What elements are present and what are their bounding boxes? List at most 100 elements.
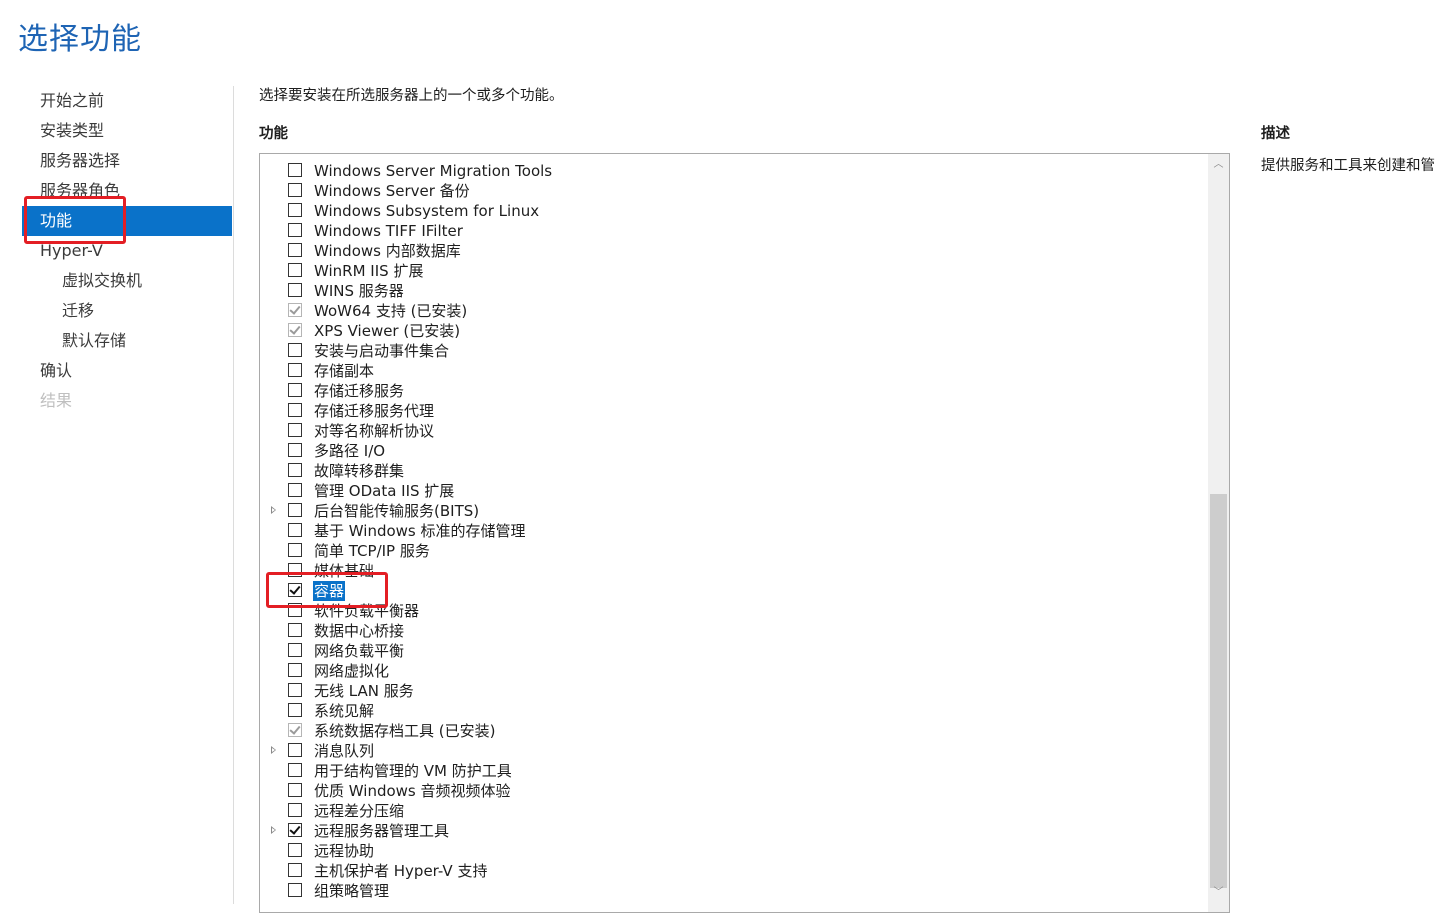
feature-label[interactable]: 多路径 I/O [313,441,386,461]
feature-checkbox[interactable] [288,223,302,237]
feature-row[interactable]: 软件负载平衡器 [260,601,1208,621]
feature-row[interactable]: 主机保护者 Hyper-V 支持 [260,861,1208,881]
feature-row[interactable]: 远程差分压缩 [260,801,1208,821]
feature-row[interactable]: 存储副本 [260,361,1208,381]
scroll-up-icon[interactable]: ︿ [1208,154,1229,176]
feature-checkbox[interactable] [288,383,302,397]
feature-checkbox[interactable] [288,763,302,777]
feature-label[interactable]: Windows TIFF IFilter [313,221,464,241]
feature-label[interactable]: 简单 TCP/IP 服务 [313,541,431,561]
feature-label[interactable]: 管理 OData IIS 扩展 [313,481,455,501]
feature-label[interactable]: 系统见解 [313,701,375,721]
feature-checkbox[interactable] [288,783,302,797]
feature-checkbox[interactable] [288,243,302,257]
feature-label[interactable]: WINS 服务器 [313,281,405,301]
feature-checkbox[interactable] [288,683,302,697]
feature-label[interactable]: 存储迁移服务代理 [313,401,435,421]
feature-label[interactable]: Windows Subsystem for Linux [313,201,540,221]
feature-label[interactable]: 对等名称解析协议 [313,421,435,441]
feature-checkbox[interactable] [288,463,302,477]
feature-checkbox[interactable] [288,663,302,677]
feature-label[interactable]: 网络虚拟化 [313,661,390,681]
scrollbar-thumb[interactable] [1210,494,1227,888]
feature-row[interactable]: XPS Viewer (已安装) [260,321,1208,341]
expand-arrow-icon[interactable] [271,506,276,514]
nav-item-8[interactable]: 默认存储 [22,326,232,356]
feature-row[interactable]: 远程协助 [260,841,1208,861]
feature-label[interactable]: 远程服务器管理工具 [313,821,450,841]
feature-checkbox[interactable] [288,183,302,197]
feature-row[interactable]: WINS 服务器 [260,281,1208,301]
feature-label[interactable]: 系统数据存档工具 (已安装) [313,721,496,741]
feature-row[interactable]: Windows Server Migration Tools [260,161,1208,181]
feature-label[interactable]: 组策略管理 [313,881,390,901]
feature-label[interactable]: Windows 内部数据库 [313,241,462,261]
feature-label[interactable]: 主机保护者 Hyper-V 支持 [313,861,488,881]
feature-checkbox[interactable] [288,503,302,517]
feature-checkbox[interactable] [288,403,302,417]
feature-row[interactable]: 简单 TCP/IP 服务 [260,541,1208,561]
feature-row[interactable]: WinRM IIS 扩展 [260,261,1208,281]
feature-row[interactable]: 存储迁移服务代理 [260,401,1208,421]
feature-checkbox[interactable] [288,483,302,497]
feature-label[interactable]: 用于结构管理的 VM 防护工具 [313,761,513,781]
feature-checkbox[interactable] [288,703,302,717]
tree-scrollbar[interactable]: ︿ ﹀ [1208,154,1229,912]
feature-checkbox[interactable] [288,823,302,837]
feature-row[interactable]: 后台智能传输服务(BITS) [260,501,1208,521]
feature-checkbox[interactable] [288,203,302,217]
feature-row[interactable]: Windows Server 备份 [260,181,1208,201]
feature-row[interactable]: 存储迁移服务 [260,381,1208,401]
feature-label[interactable]: 远程差分压缩 [313,801,405,821]
features-tree[interactable]: Windows Server Migration Tools Windows Se… [259,153,1230,913]
feature-row[interactable]: 管理 OData IIS 扩展 [260,481,1208,501]
feature-row[interactable]: 组策略管理 [260,881,1208,901]
feature-label[interactable]: Windows Server Migration Tools [313,161,553,181]
feature-row[interactable]: 消息队列 [260,741,1208,761]
feature-checkbox[interactable] [288,863,302,877]
scroll-down-icon[interactable]: ﹀ [1208,882,1229,904]
feature-row[interactable]: 用于结构管理的 VM 防护工具 [260,761,1208,781]
feature-row[interactable]: 对等名称解析协议 [260,421,1208,441]
feature-checkbox[interactable] [288,263,302,277]
feature-row[interactable]: Windows TIFF IFilter [260,221,1208,241]
feature-row[interactable]: 系统见解 [260,701,1208,721]
feature-row[interactable]: 优质 Windows 音频视频体验 [260,781,1208,801]
feature-label[interactable]: WinRM IIS 扩展 [313,261,424,281]
feature-label[interactable]: Windows Server 备份 [313,181,471,201]
feature-row[interactable]: Windows Subsystem for Linux [260,201,1208,221]
feature-checkbox[interactable] [288,543,302,557]
feature-label[interactable]: 安装与启动事件集合 [313,341,450,361]
feature-label[interactable]: WoW64 支持 (已安装) [313,301,468,321]
feature-row[interactable]: WoW64 支持 (已安装) [260,301,1208,321]
feature-label[interactable]: 远程协助 [313,841,375,861]
nav-item-6[interactable]: 虚拟交换机 [22,266,232,296]
feature-checkbox[interactable] [288,883,302,897]
feature-row[interactable]: 媒体基础 [260,561,1208,581]
feature-label[interactable]: 优质 Windows 音频视频体验 [313,781,512,801]
expand-arrow-icon[interactable] [271,826,276,834]
feature-label[interactable]: 后台智能传输服务(BITS) [313,501,480,521]
feature-row[interactable]: 多路径 I/O [260,441,1208,461]
feature-row[interactable]: 网络虚拟化 [260,661,1208,681]
feature-row[interactable]: 数据中心桥接 [260,621,1208,641]
feature-label[interactable]: 无线 LAN 服务 [313,681,415,701]
feature-label[interactable]: 数据中心桥接 [313,621,405,641]
feature-checkbox[interactable] [288,623,302,637]
nav-item-0[interactable]: 开始之前 [22,86,232,116]
feature-row[interactable]: 容器 [260,581,1208,601]
feature-label[interactable]: 基于 Windows 标准的存储管理 [313,521,527,541]
feature-checkbox[interactable] [288,443,302,457]
feature-label[interactable]: 故障转移群集 [313,461,405,481]
feature-checkbox[interactable] [288,283,302,297]
feature-checkbox[interactable] [288,523,302,537]
expand-arrow-icon[interactable] [271,746,276,754]
feature-checkbox[interactable] [288,163,302,177]
feature-row[interactable]: 基于 Windows 标准的存储管理 [260,521,1208,541]
nav-item-7[interactable]: 迁移 [22,296,232,326]
feature-checkbox[interactable] [288,803,302,817]
feature-label[interactable]: 消息队列 [313,741,375,761]
feature-checkbox[interactable] [288,843,302,857]
feature-row[interactable]: 系统数据存档工具 (已安装) [260,721,1208,741]
feature-label[interactable]: 网络负载平衡 [313,641,405,661]
